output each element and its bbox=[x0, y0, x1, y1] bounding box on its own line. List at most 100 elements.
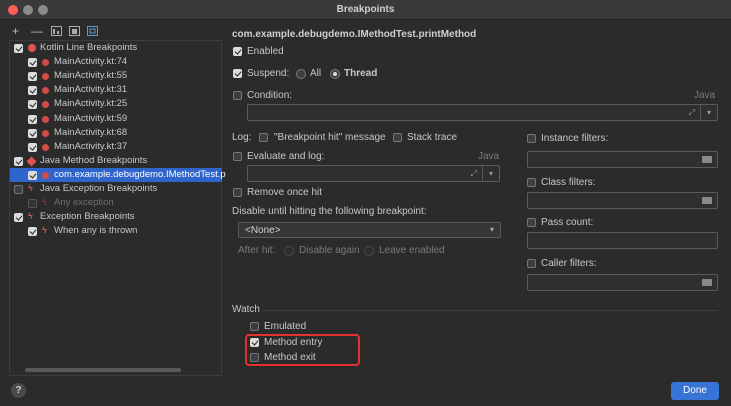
tree-item[interactable]: Java Method Breakpoints bbox=[10, 154, 222, 168]
lightning-icon: ϟ bbox=[42, 197, 47, 208]
breakpoint-heading: com.example.debugdemo.IMethodTest.printM… bbox=[232, 29, 477, 40]
method-diamond-icon bbox=[26, 156, 37, 167]
stack-trace-checkbox[interactable] bbox=[393, 133, 402, 142]
tree-item-label: MainActivity.kt:68 bbox=[54, 126, 128, 138]
dialog-footer: ? Done bbox=[0, 378, 731, 406]
leave-enabled-radio[interactable] bbox=[364, 246, 374, 256]
instance-filters-checkbox[interactable] bbox=[527, 134, 536, 143]
line-breakpoint-icon bbox=[42, 129, 49, 137]
suspend-thread-radio[interactable] bbox=[330, 69, 340, 79]
tree-item[interactable]: ϟ Java Exception Breakpoints bbox=[10, 182, 222, 196]
red-dot-icon bbox=[28, 44, 36, 52]
evaluate-log-label: Evaluate and log: bbox=[247, 151, 325, 162]
tree-item[interactable]: MainActivity.kt:68 bbox=[10, 126, 222, 140]
title-bar: Breakpoints bbox=[0, 0, 731, 20]
disable-again-radio[interactable] bbox=[284, 246, 294, 256]
caller-filters-field[interactable] bbox=[527, 274, 718, 291]
evaluate-log-field[interactable]: ⤢ ▾ bbox=[247, 165, 500, 182]
tree-item-checkbox[interactable] bbox=[28, 199, 37, 209]
enabled-checkbox[interactable] bbox=[233, 47, 242, 56]
line-breakpoint-icon bbox=[42, 87, 49, 95]
breakpoint-details-panel: com.example.debugdemo.IMethodTest.printM… bbox=[222, 20, 731, 378]
breakpoint-toolbar: + — bbox=[0, 20, 222, 42]
tree-item-checkbox[interactable] bbox=[14, 213, 23, 223]
stack-trace-label: Stack trace bbox=[407, 132, 458, 143]
pass-count-checkbox[interactable] bbox=[527, 218, 536, 227]
tree-item[interactable]: MainActivity.kt:25 bbox=[10, 97, 222, 111]
tree-item-checkbox[interactable] bbox=[14, 185, 23, 194]
enabled-label: Enabled bbox=[247, 46, 284, 57]
suspend-all-radio[interactable] bbox=[296, 69, 306, 79]
folder-icon[interactable] bbox=[702, 279, 712, 286]
tree-item-label: Java Method Breakpoints bbox=[40, 154, 148, 166]
suspend-all-label: All bbox=[310, 68, 322, 79]
pass-count-field[interactable] bbox=[527, 232, 718, 249]
watch-label: Watch bbox=[232, 304, 260, 315]
tree-item-label: MainActivity.kt:31 bbox=[54, 84, 128, 96]
evaluate-dropdown-icon[interactable]: ▾ bbox=[482, 166, 499, 181]
tree-item[interactable]: ϟ Any exception bbox=[10, 196, 222, 210]
tree-item-checkbox[interactable] bbox=[28, 142, 37, 152]
tree-horizontal-scrollbar[interactable] bbox=[25, 368, 181, 372]
tree-item-label: MainActivity.kt:74 bbox=[54, 56, 128, 68]
tree-item-checkbox[interactable] bbox=[28, 227, 37, 237]
tree-item[interactable]: Kotlin Line Breakpoints bbox=[10, 41, 222, 55]
tree-item[interactable]: ϟ When any is thrown bbox=[10, 224, 222, 238]
expand-icon[interactable]: ⤢ bbox=[689, 108, 695, 118]
tree-item[interactable]: MainActivity.kt:59 bbox=[10, 112, 222, 126]
line-breakpoint-icon bbox=[42, 101, 49, 109]
folder-icon[interactable] bbox=[702, 197, 712, 204]
condition-field[interactable]: ⤢ ▾ bbox=[247, 104, 718, 121]
condition-dropdown-icon[interactable]: ▾ bbox=[700, 105, 717, 120]
leave-enabled-label: Leave enabled bbox=[379, 245, 445, 256]
group-by-file-icon[interactable] bbox=[87, 26, 98, 38]
window-title: Breakpoints bbox=[336, 4, 395, 15]
add-breakpoint-button[interactable]: + bbox=[12, 25, 19, 37]
tree-item[interactable]: MainActivity.kt:55 bbox=[10, 69, 222, 83]
tree-item-checkbox[interactable] bbox=[14, 44, 23, 53]
lightning-icon: ϟ bbox=[28, 183, 33, 193]
tree-item-label: Exception Breakpoints bbox=[40, 211, 135, 223]
log-message-checkbox[interactable] bbox=[259, 133, 268, 142]
evaluate-log-checkbox[interactable] bbox=[233, 152, 242, 161]
condition-checkbox[interactable] bbox=[233, 91, 242, 100]
tree-item-checkbox[interactable] bbox=[28, 100, 37, 110]
emulated-checkbox[interactable] bbox=[250, 322, 259, 331]
tree-item-checkbox[interactable] bbox=[28, 86, 37, 96]
expand-icon[interactable]: ⤢ bbox=[471, 169, 477, 179]
suspend-checkbox[interactable] bbox=[233, 69, 242, 78]
instance-filters-label: Instance filters: bbox=[541, 133, 609, 144]
tree-item-checkbox[interactable] bbox=[28, 128, 37, 138]
tree-item[interactable]: MainActivity.kt:74 bbox=[10, 55, 222, 69]
caller-filters-checkbox[interactable] bbox=[527, 259, 536, 268]
tree-item[interactable]: ϟ Exception Breakpoints bbox=[10, 210, 222, 224]
tree-item-label: Java Exception Breakpoints bbox=[40, 183, 158, 194]
help-button[interactable]: ? bbox=[11, 383, 26, 398]
tree-item[interactable]: MainActivity.kt:37 bbox=[10, 140, 222, 154]
remove-breakpoint-button[interactable]: — bbox=[31, 25, 43, 37]
remove-once-hit-checkbox[interactable] bbox=[233, 188, 242, 197]
class-filters-label: Class filters: bbox=[541, 177, 596, 188]
method-breakpoint-icon bbox=[42, 171, 49, 179]
tree-item-checkbox[interactable] bbox=[28, 72, 37, 82]
tree-item[interactable]: com.example.debugdemo.IMethodTest.p bbox=[10, 167, 226, 182]
tree-item-label: MainActivity.kt:55 bbox=[54, 70, 128, 82]
class-filters-field[interactable] bbox=[527, 192, 718, 209]
class-filters-checkbox[interactable] bbox=[527, 178, 536, 187]
instance-filters-field[interactable] bbox=[527, 151, 718, 168]
tree-item[interactable]: MainActivity.kt:31 bbox=[10, 83, 222, 97]
done-button[interactable]: Done bbox=[671, 382, 719, 400]
tree-item-checkbox[interactable] bbox=[14, 156, 23, 166]
tree-item-label: When any is thrown bbox=[54, 225, 138, 237]
folder-icon[interactable] bbox=[702, 156, 712, 163]
tree-item-checkbox[interactable] bbox=[28, 58, 37, 68]
disable-until-select[interactable]: <None> ▾ bbox=[238, 222, 501, 238]
group-by-package-icon[interactable] bbox=[51, 26, 62, 38]
line-breakpoint-icon bbox=[42, 115, 49, 123]
tree-item-checkbox[interactable] bbox=[28, 170, 37, 180]
tree-item-checkbox[interactable] bbox=[28, 114, 37, 124]
remove-once-hit-label: Remove once hit bbox=[247, 187, 323, 198]
highlight-annotation bbox=[245, 334, 360, 366]
group-by-class-icon[interactable] bbox=[69, 26, 80, 38]
breakpoints-tree[interactable]: Kotlin Line Breakpoints MainActivity.kt:7… bbox=[9, 40, 226, 376]
